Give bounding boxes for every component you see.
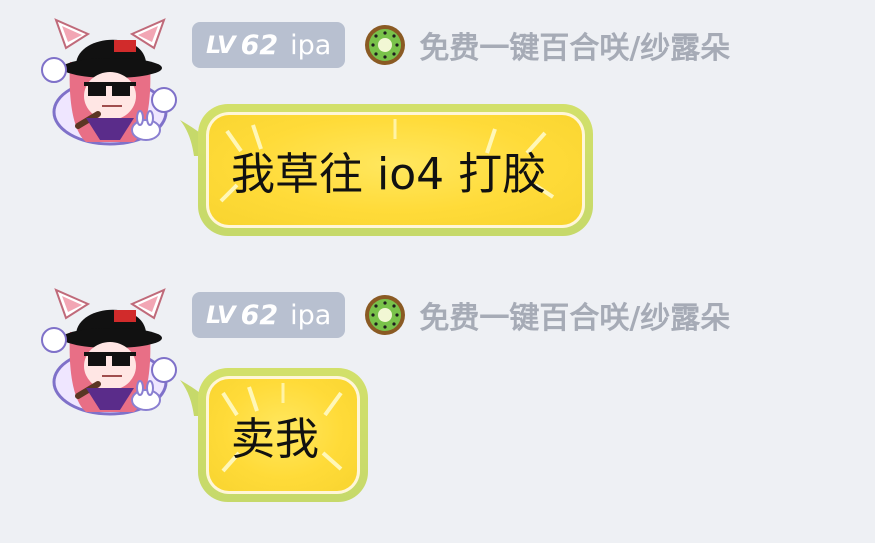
- avatar[interactable]: [38, 284, 180, 416]
- level-number: 62: [240, 29, 279, 61]
- message-text: 我草往 io4 打胶: [231, 149, 547, 200]
- avatar[interactable]: [38, 14, 180, 146]
- level-number: 62: [240, 299, 279, 331]
- kiwi-icon: [365, 25, 406, 65]
- message-bubble[interactable]: 我草往 io4 打胶: [198, 104, 593, 236]
- level-prefix: LV: [206, 31, 236, 59]
- message-bubble[interactable]: 卖我: [198, 368, 368, 502]
- message-meta: LV 62 ipa 免费一键百合咲/纱露朵: [192, 292, 730, 338]
- username[interactable]: 免费一键百合咲/纱露朵: [419, 23, 730, 67]
- message-text: 卖我: [231, 414, 319, 465]
- bubble-inner: 卖我: [206, 376, 360, 494]
- bubble-inner: 我草往 io4 打胶: [206, 112, 585, 228]
- level-tag: ipa: [290, 29, 332, 61]
- chat-message: LV 62 ipa 免费一键百合咲/纱露朵: [0, 14, 875, 244]
- level-badge[interactable]: LV 62 ipa: [192, 22, 346, 68]
- username[interactable]: 免费一键百合咲/纱露朵: [419, 293, 730, 337]
- level-tag: ipa: [290, 299, 332, 331]
- lemon-bubble: 卖我: [209, 379, 357, 491]
- message-meta: LV 62 ipa 免费一键百合咲/纱露朵: [192, 22, 730, 68]
- level-badge[interactable]: LV 62 ipa: [192, 292, 346, 338]
- chat-message: LV 62 ipa 免费一键百合咲/纱露朵: [0, 284, 875, 514]
- level-prefix: LV: [206, 301, 236, 329]
- lemon-bubble: 我草往 io4 打胶: [209, 115, 582, 225]
- kiwi-icon: [365, 295, 406, 335]
